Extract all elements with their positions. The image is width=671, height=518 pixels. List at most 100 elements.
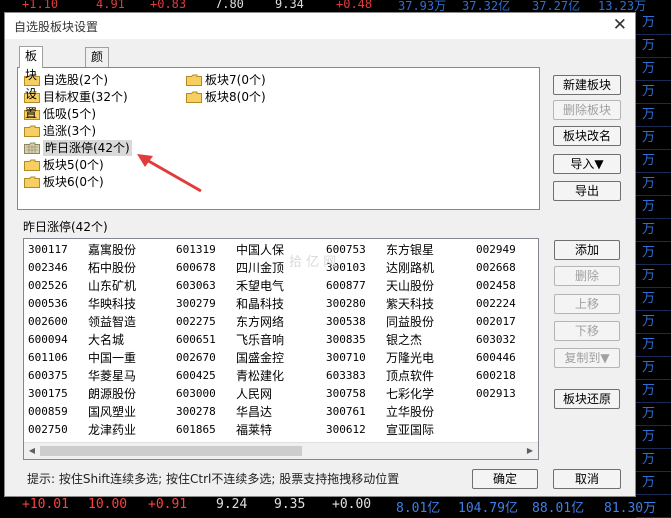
cancel-button[interactable]: 取消 — [553, 469, 621, 489]
stock-name[interactable]: 福莱特 — [236, 421, 272, 439]
stock-code[interactable]: 002750 — [28, 421, 68, 439]
block-list[interactable]: 自选股(2个) 目标权重(32个) 低吸(5个) 追涨(3个) 昨日涨停(42个… — [17, 67, 540, 210]
stock-name[interactable]: 青松建化 — [236, 367, 284, 385]
stock-code[interactable]: 002668 — [476, 259, 516, 277]
tab-block-settings[interactable]: 板块设置 — [19, 46, 44, 120]
block-item[interactable]: 板块5(0个) — [24, 157, 104, 173]
stock-code[interactable]: 300761 — [326, 403, 366, 421]
scroll-left-icon[interactable]: ◀ — [24, 443, 40, 459]
stock-name[interactable]: 龙津药业 — [88, 421, 136, 439]
restore-block-button[interactable]: 板块还原 — [554, 389, 620, 409]
stock-name[interactable]: 华昌达 — [236, 403, 272, 421]
stock-name[interactable]: 顶点软件 — [386, 367, 434, 385]
block-item[interactable]: 追涨(3个) — [24, 123, 96, 139]
stock-name[interactable]: 国风塑业 — [88, 403, 136, 421]
stock-code[interactable]: 002600 — [28, 313, 68, 331]
stock-code[interactable]: 603383 — [326, 367, 366, 385]
stock-code[interactable]: 600446 — [476, 349, 516, 367]
stock-name[interactable]: 七彩化学 — [386, 385, 434, 403]
stock-code[interactable]: 601319 — [176, 241, 216, 259]
stock-code[interactable]: 002913 — [476, 385, 516, 403]
stock-name[interactable]: 中国人保 — [236, 241, 284, 259]
stock-name[interactable]: 东方网络 — [236, 313, 284, 331]
stock-code[interactable]: 300835 — [326, 331, 366, 349]
copy-to-button[interactable]: 复制到▼ — [554, 348, 620, 368]
stock-code[interactable]: 600651 — [176, 331, 216, 349]
scrollbar-thumb[interactable] — [40, 446, 302, 456]
scroll-right-icon[interactable]: ▶ — [522, 443, 538, 459]
stock-code[interactable]: 002275 — [176, 313, 216, 331]
stock-code[interactable]: 603063 — [176, 277, 216, 295]
stock-code[interactable]: 002224 — [476, 295, 516, 313]
stock-code[interactable]: 300280 — [326, 295, 366, 313]
stock-code[interactable]: 300758 — [326, 385, 366, 403]
rename-block-button[interactable]: 板块改名 — [553, 126, 621, 146]
close-icon[interactable]: ✕ — [613, 15, 627, 35]
add-stock-button[interactable]: 添加 — [554, 240, 620, 260]
stock-name[interactable]: 中国一重 — [88, 349, 136, 367]
stock-code[interactable]: 002949 — [476, 241, 516, 259]
stock-name[interactable]: 达刚路机 — [386, 259, 434, 277]
stock-name[interactable]: 华菱星马 — [88, 367, 136, 385]
move-down-button[interactable]: 下移 — [554, 321, 620, 341]
ok-button[interactable]: 确定 — [472, 469, 538, 489]
new-block-button[interactable]: 新建板块 — [553, 75, 621, 95]
stock-code[interactable]: 300612 — [326, 421, 366, 439]
stock-list[interactable]: ◀ ▶ 300117 嘉寓股份 002346 柘中股份 002526 山东矿机 000536… — [23, 238, 539, 460]
stock-name[interactable]: 四川金顶 — [236, 259, 284, 277]
tab-color-settings[interactable]: 颜色设置 — [85, 47, 110, 121]
stock-name[interactable]: 宣亚国际 — [386, 421, 434, 439]
stock-name[interactable]: 华映科技 — [88, 295, 136, 313]
stock-code[interactable]: 000536 — [28, 295, 68, 313]
stock-code[interactable]: 300279 — [176, 295, 216, 313]
delete-stock-button[interactable]: 删除 — [554, 266, 620, 286]
stock-name[interactable]: 天山股份 — [386, 277, 434, 295]
stock-name[interactable]: 银之杰 — [386, 331, 422, 349]
stock-name[interactable]: 人民网 — [236, 385, 272, 403]
stock-code[interactable]: 600425 — [176, 367, 216, 385]
stock-code[interactable]: 600375 — [28, 367, 68, 385]
stock-code[interactable]: 300538 — [326, 313, 366, 331]
stock-code[interactable]: 300710 — [326, 349, 366, 367]
horizontal-scrollbar[interactable]: ◀ ▶ — [24, 442, 538, 459]
stock-name[interactable]: 朗源股份 — [88, 385, 136, 403]
stock-code[interactable]: 300278 — [176, 403, 216, 421]
stock-name[interactable]: 万隆光电 — [386, 349, 434, 367]
stock-name[interactable]: 东方银星 — [386, 241, 434, 259]
stock-code[interactable]: 300117 — [28, 241, 68, 259]
stock-code[interactable]: 002670 — [176, 349, 216, 367]
stock-code[interactable]: 603032 — [476, 331, 516, 349]
stock-name[interactable]: 同益股份 — [386, 313, 434, 331]
stock-code[interactable]: 002017 — [476, 313, 516, 331]
stock-code[interactable]: 002526 — [28, 277, 68, 295]
stock-code[interactable]: 600877 — [326, 277, 366, 295]
stock-code[interactable]: 601106 — [28, 349, 68, 367]
dialog-titlebar[interactable]: 自选股板块设置 ✕ — [5, 13, 635, 39]
stock-name[interactable]: 国盛金控 — [236, 349, 284, 367]
stock-code[interactable]: 000859 — [28, 403, 68, 421]
block-item[interactable]: 板块6(0个) — [24, 174, 104, 190]
stock-name[interactable]: 飞乐音响 — [236, 331, 284, 349]
stock-code[interactable]: 600218 — [476, 367, 516, 385]
delete-block-button[interactable]: 删除板块 — [553, 100, 621, 120]
stock-name[interactable]: 嘉寓股份 — [88, 241, 136, 259]
block-item-selected[interactable]: 昨日涨停(42个) — [24, 140, 132, 156]
stock-name[interactable]: 立华股份 — [386, 403, 434, 421]
stock-name[interactable]: 紫天科技 — [386, 295, 434, 313]
move-up-button[interactable]: 上移 — [554, 294, 620, 314]
stock-code[interactable]: 300175 — [28, 385, 68, 403]
stock-code[interactable]: 600094 — [28, 331, 68, 349]
block-item[interactable]: 目标权重(32个) — [24, 89, 128, 105]
stock-name[interactable]: 禾望电气 — [236, 277, 284, 295]
stock-code[interactable]: 002458 — [476, 277, 516, 295]
stock-name[interactable]: 柘中股份 — [88, 259, 136, 277]
stock-name[interactable]: 大名城 — [88, 331, 124, 349]
import-button[interactable]: 导入▼ — [553, 154, 621, 174]
stock-name[interactable]: 和晶科技 — [236, 295, 284, 313]
stock-code[interactable]: 600678 — [176, 259, 216, 277]
block-item[interactable]: 板块7(0个) — [186, 72, 266, 88]
stock-name[interactable]: 山东矿机 — [88, 277, 136, 295]
stock-code[interactable]: 603000 — [176, 385, 216, 403]
stock-code[interactable]: 601865 — [176, 421, 216, 439]
export-button[interactable]: 导出 — [553, 181, 621, 201]
